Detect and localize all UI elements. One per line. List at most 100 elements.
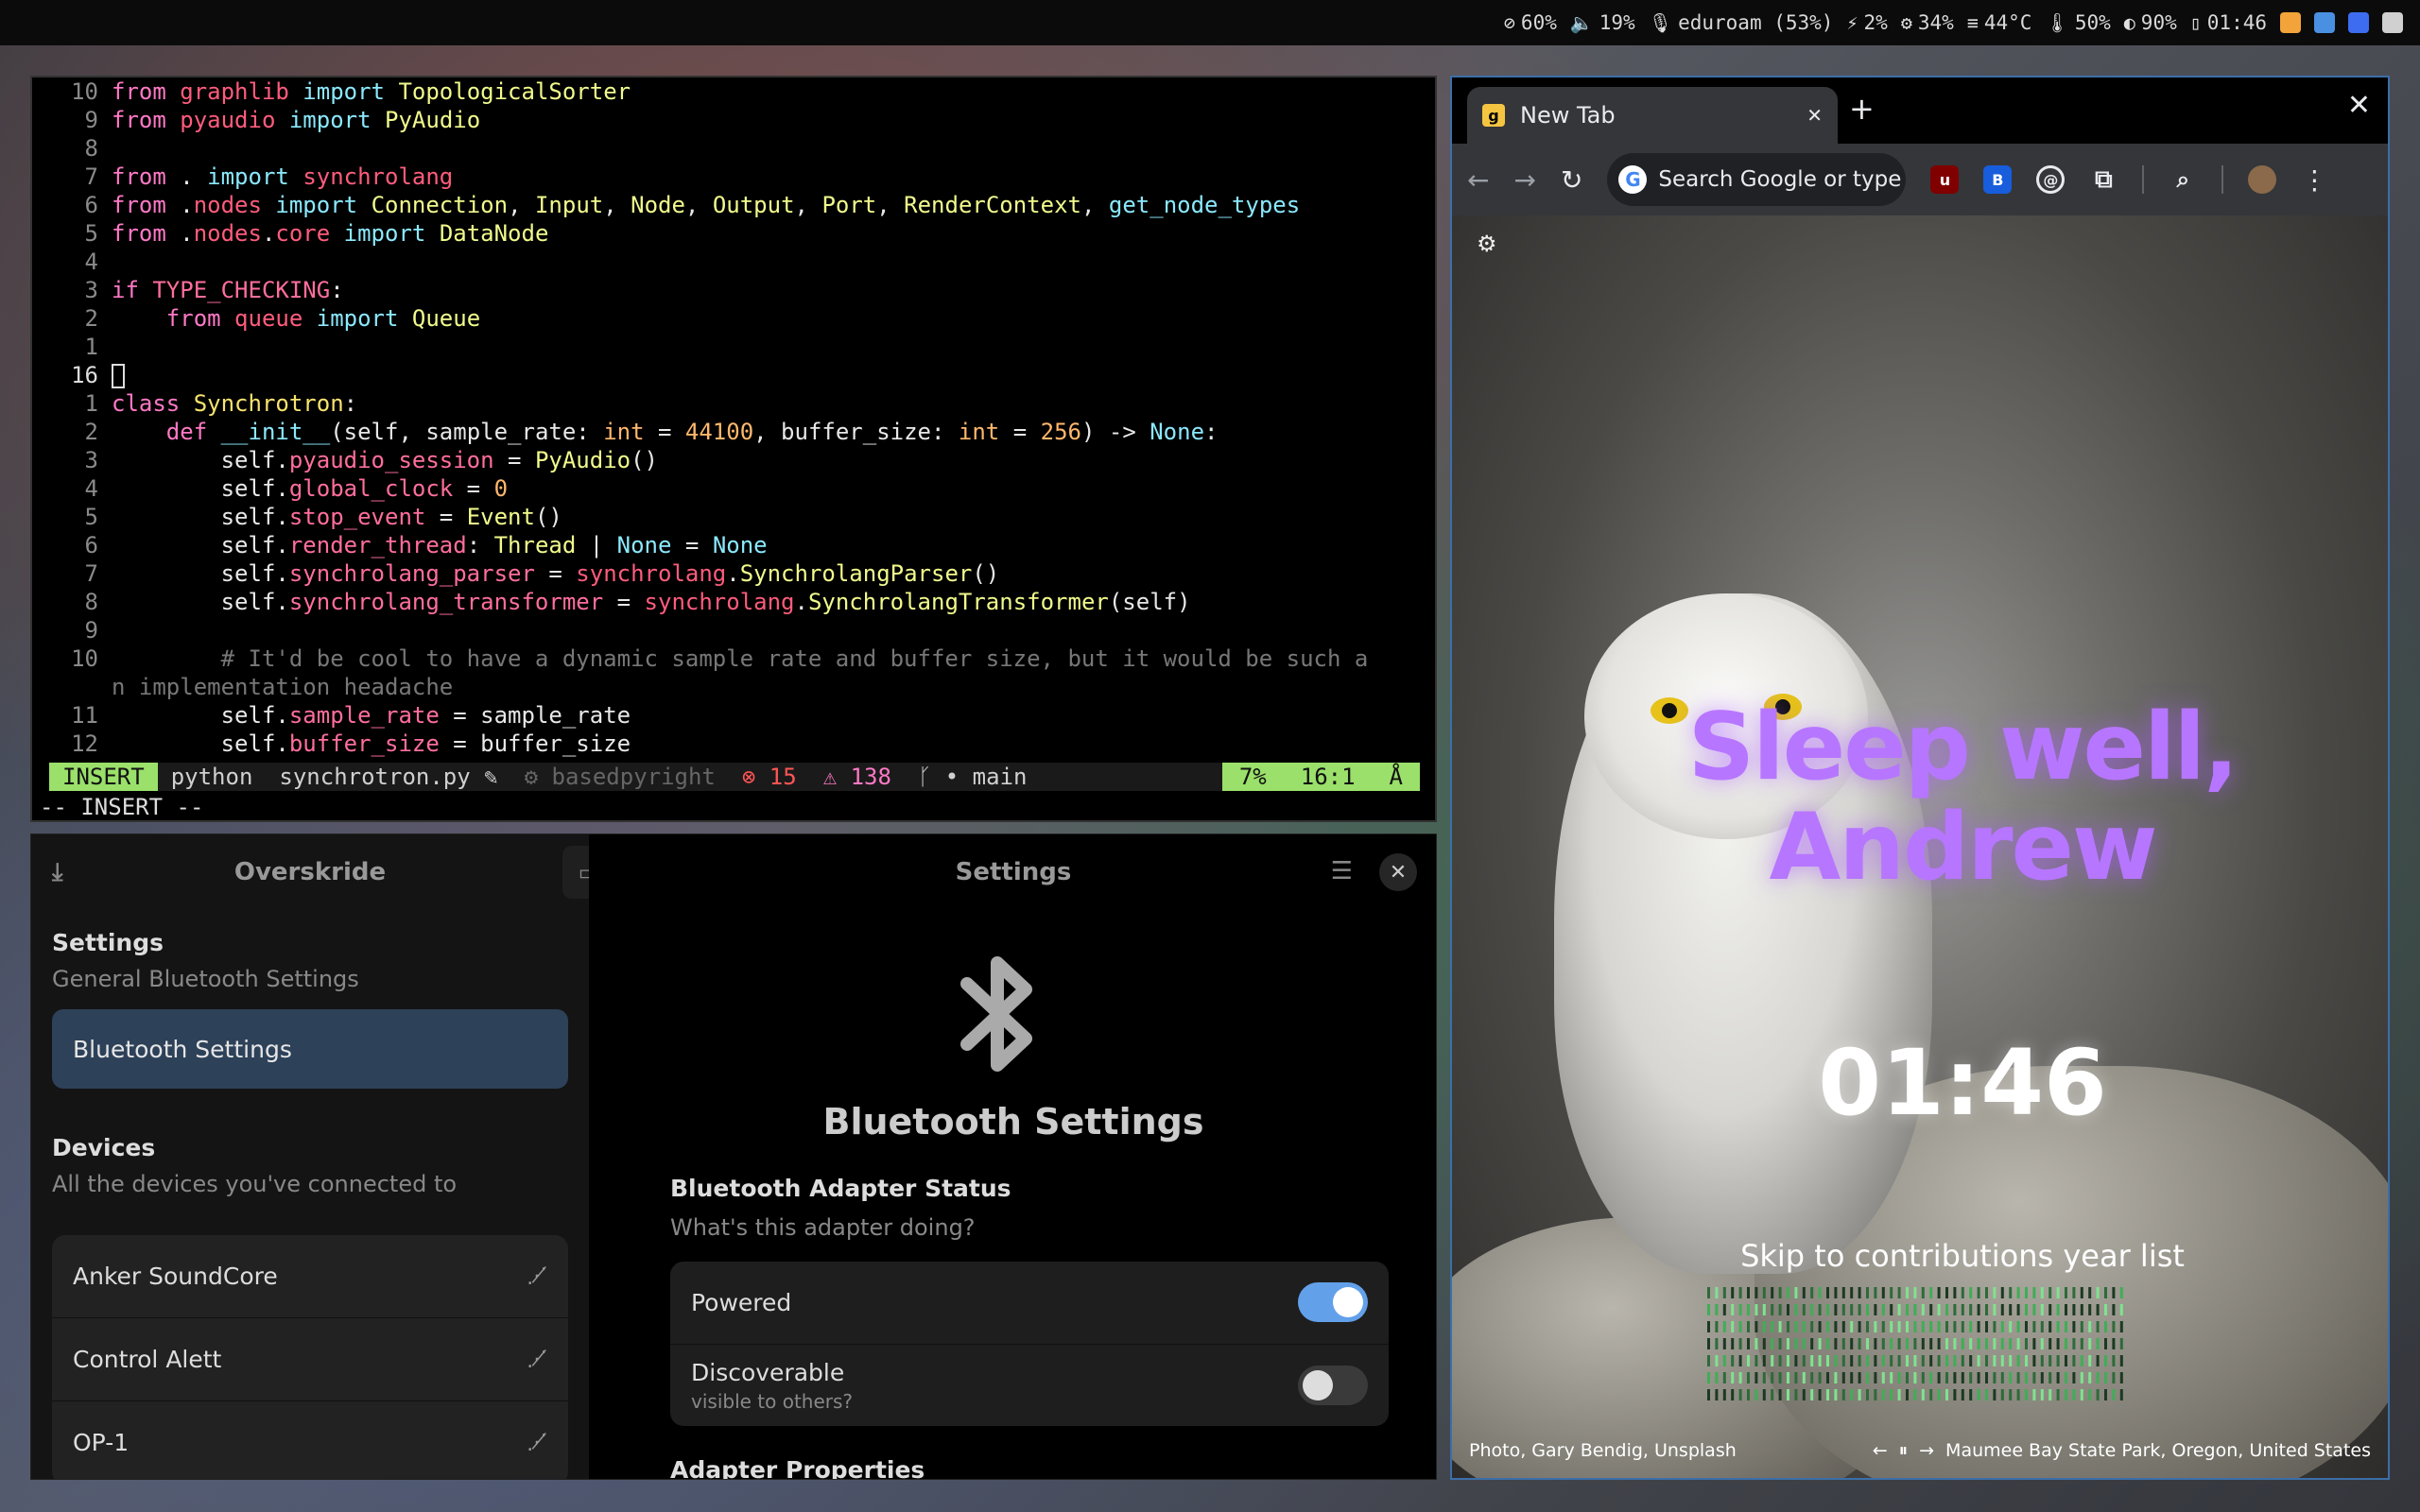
status-value: 50% bbox=[2074, 11, 2111, 34]
contribution-cell bbox=[1715, 1355, 1719, 1366]
back-icon[interactable]: ← bbox=[1467, 164, 1489, 196]
omnibox[interactable]: G Search Google or type a URL ★ bbox=[1607, 153, 1907, 206]
next-photo-icon[interactable]: → bbox=[1919, 1440, 1934, 1461]
contribution-cell bbox=[1802, 1355, 1806, 1366]
contribution-cell bbox=[2088, 1304, 2092, 1315]
device-list-item[interactable]: OP-1 ⋰̸ bbox=[52, 1401, 568, 1479]
tab-search-icon[interactable]: ⌕ bbox=[2169, 165, 2197, 194]
contribution-cell bbox=[1810, 1321, 1814, 1332]
tray-app-icon[interactable] bbox=[2314, 12, 2335, 33]
contribution-cell bbox=[1826, 1372, 1829, 1383]
browser-window[interactable]: g New Tab ✕ + ✕ ← → ↻ G Search Google or… bbox=[1450, 76, 2390, 1480]
bitwarden-extension-icon[interactable]: B bbox=[1983, 165, 2013, 194]
contribution-cell bbox=[1953, 1338, 1957, 1349]
contribution-cell bbox=[1897, 1321, 1901, 1332]
contribution-cell bbox=[1913, 1304, 1917, 1315]
line-number: 10 bbox=[71, 78, 98, 105]
code-line: 3 if TYPE_CHECKING: bbox=[32, 276, 1435, 304]
tab-close-icon[interactable]: ✕ bbox=[1806, 104, 1823, 127]
gear-icon[interactable]: ⚙ bbox=[1477, 231, 1497, 257]
device-list-item[interactable]: Anker SoundCore ⋰̸ bbox=[52, 1235, 568, 1318]
new-tab-icon[interactable]: + bbox=[1849, 91, 1875, 127]
contribution-cell bbox=[2088, 1287, 2092, 1298]
contribution-cell bbox=[1985, 1338, 1988, 1349]
contribution-cell bbox=[1977, 1389, 1980, 1400]
code-text: class Synchrotron: bbox=[112, 390, 358, 417]
tab-new-tab[interactable]: g New Tab ✕ bbox=[1467, 87, 1838, 144]
contribution-cell bbox=[1913, 1355, 1917, 1366]
contribution-cell bbox=[1754, 1321, 1758, 1332]
contribution-cell bbox=[2056, 1355, 2060, 1366]
extensions-puzzle-icon[interactable]: ⧉ bbox=[2089, 165, 2118, 194]
code-line: 10 from graphlib import TopologicalSorter bbox=[32, 77, 1435, 106]
code-text: if TYPE_CHECKING: bbox=[112, 277, 344, 303]
contribution-cell bbox=[2009, 1321, 2013, 1332]
line-number: 7 bbox=[84, 163, 98, 190]
contribution-cell bbox=[1985, 1355, 1988, 1366]
contribution-cell bbox=[1794, 1389, 1798, 1400]
code-text: self.synchrolang_parser = synchrolang.Sy… bbox=[112, 560, 1000, 587]
line-number: 11 bbox=[71, 702, 98, 729]
powered-toggle[interactable] bbox=[1298, 1282, 1368, 1322]
contribution-cell bbox=[1866, 1389, 1869, 1400]
contribution-cell bbox=[1929, 1321, 1933, 1332]
contribution-cell bbox=[1961, 1321, 1964, 1332]
contribution-cell bbox=[1810, 1304, 1814, 1315]
forward-icon[interactable]: → bbox=[1513, 164, 1535, 196]
contribution-cell bbox=[1762, 1355, 1766, 1366]
photo-location: ← ⏸ → Maumee Bay State Park, Oregon, Uni… bbox=[1873, 1440, 2371, 1461]
contribution-cell bbox=[1985, 1372, 1988, 1383]
contribution-cell bbox=[1866, 1287, 1869, 1298]
overskride-window[interactable]: ⤓ Overskride ▭ Settings General Bluetoot… bbox=[30, 833, 1437, 1480]
contribution-cell bbox=[2056, 1338, 2060, 1349]
contribution-cell bbox=[2119, 1389, 2123, 1400]
extension-at-icon[interactable]: @ bbox=[2036, 165, 2066, 194]
contribution-cell bbox=[2016, 1287, 2020, 1298]
contribution-cell bbox=[2119, 1338, 2123, 1349]
kebab-menu-icon[interactable]: ⋮ bbox=[2301, 164, 2327, 196]
contribution-cell bbox=[2048, 1304, 2052, 1315]
prev-photo-icon[interactable]: ← bbox=[1873, 1440, 1888, 1461]
contribution-cell bbox=[2016, 1338, 2020, 1349]
profile-avatar[interactable] bbox=[2248, 165, 2277, 194]
pause-icon[interactable]: ⏸ bbox=[1899, 1440, 1909, 1461]
ublock-extension-icon[interactable]: u bbox=[1930, 165, 1960, 194]
status-item: 🔈 19% bbox=[1570, 11, 1635, 34]
window-close-icon[interactable]: ✕ bbox=[2347, 89, 2371, 122]
contribution-cell bbox=[2088, 1321, 2092, 1332]
contribution-cell bbox=[2096, 1321, 2100, 1332]
code-text: from . import synchrolang bbox=[112, 163, 454, 190]
code-line: 4 self.global_clock = 0 bbox=[32, 474, 1435, 503]
hamburger-menu-icon[interactable]: ☰ bbox=[1331, 857, 1353, 885]
sidebar-item-bluetooth-settings[interactable]: Bluetooth Settings bbox=[52, 1009, 568, 1089]
tray-app-icon[interactable] bbox=[2280, 12, 2301, 33]
code-line: 7 from . import synchrolang bbox=[32, 163, 1435, 191]
contribution-cell bbox=[2056, 1287, 2060, 1298]
close-icon[interactable]: ✕ bbox=[1379, 853, 1417, 891]
contribution-cell bbox=[1937, 1338, 1941, 1349]
tray-app-icon[interactable] bbox=[2348, 12, 2369, 33]
download-icon[interactable]: ⤓ bbox=[52, 858, 63, 887]
tray-app-icon[interactable] bbox=[2382, 12, 2403, 33]
skip-link[interactable]: Skip to contributions year list bbox=[1679, 1238, 2246, 1274]
lsp-label: ⚙ basedpyright bbox=[524, 764, 716, 790]
contribution-cell bbox=[2080, 1287, 2083, 1298]
contribution-cell bbox=[2112, 1355, 2116, 1366]
code-editor[interactable]: 10 from graphlib import TopologicalSorter… bbox=[32, 77, 1435, 758]
contribution-cell bbox=[1985, 1321, 1988, 1332]
terminal-window[interactable]: 10 from graphlib import TopologicalSorter… bbox=[30, 76, 1437, 822]
contribution-cell bbox=[2016, 1355, 2020, 1366]
discoverable-toggle[interactable] bbox=[1298, 1366, 1368, 1405]
photo-credit[interactable]: Photo, Gary Bendig, Unsplash bbox=[1469, 1440, 1737, 1461]
contribution-cell bbox=[1906, 1304, 1909, 1315]
contribution-cell bbox=[1977, 1338, 1980, 1349]
contribution-cell bbox=[1850, 1372, 1854, 1383]
contribution-cell bbox=[1731, 1355, 1735, 1366]
device-list-item[interactable]: Control Alett ⋰̸ bbox=[52, 1318, 568, 1401]
contribution-cell bbox=[1707, 1338, 1710, 1349]
contribution-cell bbox=[2088, 1389, 2092, 1400]
reload-icon[interactable]: ↻ bbox=[1561, 164, 1582, 196]
contribution-cell bbox=[1794, 1304, 1798, 1315]
contribution-cell bbox=[1754, 1372, 1758, 1383]
contribution-cell bbox=[1794, 1321, 1798, 1332]
